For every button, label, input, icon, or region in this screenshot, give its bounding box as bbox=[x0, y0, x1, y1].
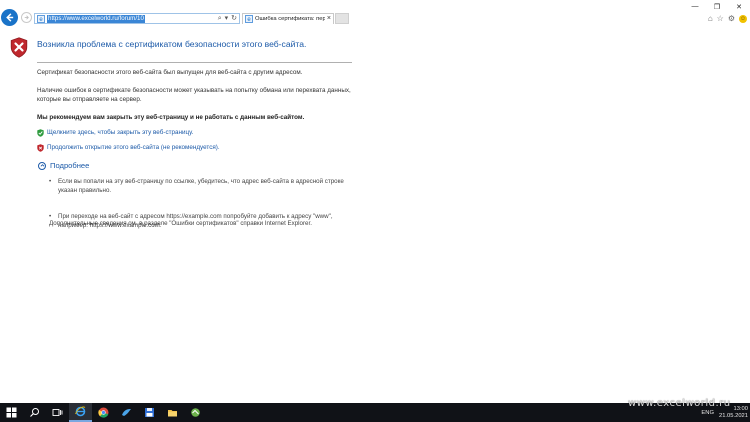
gear-icon[interactable]: ⚙ bbox=[728, 14, 735, 23]
close-page-link[interactable]: Щелкните здесь, чтобы закрыть эту веб-ст… bbox=[47, 129, 193, 137]
taskbar-search-button[interactable] bbox=[23, 403, 46, 422]
start-button[interactable] bbox=[0, 403, 23, 422]
address-url[interactable]: https://www.excelworld.ru/forum/10 bbox=[47, 14, 145, 23]
windows-logo-icon bbox=[6, 407, 17, 418]
task-view-button[interactable] bbox=[46, 403, 69, 422]
error-description: Сертификат безопасности этого веб-сайта … bbox=[37, 69, 303, 76]
save-icon bbox=[145, 408, 154, 417]
star-icon[interactable]: ☆ bbox=[717, 14, 724, 23]
address-tools: ⌕ ▾ ↻ bbox=[218, 14, 237, 23]
tab-title: Ошибка сертификата: пер... bbox=[255, 16, 325, 22]
task-view-icon bbox=[52, 409, 63, 416]
error-warning-text: Наличие ошибок в сертификате безопасност… bbox=[37, 87, 351, 103]
smiley-icon[interactable]: ☺ bbox=[739, 14, 747, 23]
home-icon[interactable]: ⌂ bbox=[708, 14, 713, 23]
clock-time: 13:00 bbox=[733, 405, 748, 412]
forward-button[interactable] bbox=[21, 12, 32, 23]
footer-note: Дополнительные сведения см. в разделе "О… bbox=[49, 220, 312, 227]
tab-certificate-error[interactable]: e Ошибка сертификата: пер... × bbox=[242, 13, 334, 24]
taskbar-file-explorer[interactable] bbox=[161, 403, 184, 422]
certificate-error-page: Возникла проблема с сертификатом безопас… bbox=[0, 26, 750, 403]
page-title: Возникла проблема с сертификатом безопас… bbox=[37, 39, 307, 49]
window-controls: — ❐ ✕ bbox=[684, 0, 750, 13]
close-page-option: Щелкните здесь, чтобы закрыть эту веб-ст… bbox=[37, 129, 193, 137]
internet-explorer-icon bbox=[75, 406, 86, 417]
minimize-button[interactable]: — bbox=[684, 0, 706, 13]
new-tab-button[interactable] bbox=[335, 13, 349, 24]
watermark: www.excelworld.ru bbox=[628, 398, 731, 409]
taskbar-internet-explorer[interactable] bbox=[69, 403, 92, 422]
address-bar[interactable]: e https://www.excelworld.ru/forum/10 ⌕ ▾… bbox=[34, 13, 240, 24]
browser-chrome: e https://www.excelworld.ru/forum/10 ⌕ ▾… bbox=[0, 0, 750, 26]
continue-link[interactable]: Продолжить открытие этого веб-сайта (не … bbox=[47, 144, 220, 152]
app-icon bbox=[122, 409, 131, 416]
back-arrow-icon bbox=[6, 13, 14, 22]
app-icon-2 bbox=[191, 408, 200, 417]
back-button[interactable] bbox=[1, 9, 18, 26]
site-favicon-icon: e bbox=[37, 14, 45, 23]
detail-item: Если вы попали на эту веб-страницу по сс… bbox=[49, 178, 354, 195]
more-info-label: Подробнее bbox=[50, 161, 90, 170]
close-window-button[interactable]: ✕ bbox=[728, 0, 750, 13]
restore-button[interactable]: ❐ bbox=[706, 0, 728, 13]
refresh-icon[interactable]: ↻ bbox=[231, 14, 237, 23]
shield-error-icon bbox=[10, 37, 28, 58]
taskbar-chrome[interactable] bbox=[92, 403, 115, 422]
search-icon bbox=[30, 408, 39, 417]
more-info-toggle[interactable]: Подробнее bbox=[38, 161, 89, 170]
green-shield-check-icon bbox=[37, 129, 44, 137]
search-icon[interactable]: ⌕ bbox=[218, 14, 222, 23]
recommendation-text: Мы рекомендуем вам закрыть эту веб-стран… bbox=[37, 114, 305, 121]
continue-option: Продолжить открытие этого веб-сайта (не … bbox=[37, 144, 220, 152]
tab-close-icon[interactable]: × bbox=[327, 15, 331, 23]
forward-arrow-icon bbox=[24, 15, 29, 20]
folder-icon bbox=[168, 410, 177, 417]
red-shield-icon bbox=[37, 144, 44, 152]
language-indicator[interactable]: ENG bbox=[701, 410, 714, 416]
dropdown-icon[interactable]: ▾ bbox=[225, 14, 229, 23]
clock-date: 21.05.2021 bbox=[718, 412, 748, 419]
chevron-up-icon bbox=[38, 161, 46, 170]
taskbar-app-2[interactable] bbox=[184, 403, 207, 422]
taskbar-app[interactable] bbox=[115, 403, 138, 422]
taskbar-save-app[interactable] bbox=[138, 403, 161, 422]
tab-favicon-icon: e bbox=[245, 15, 253, 23]
chrome-icon bbox=[98, 407, 109, 418]
divider bbox=[37, 62, 352, 63]
toolbar-icons: ⌂ ☆ ⚙ ☺ bbox=[708, 14, 747, 23]
